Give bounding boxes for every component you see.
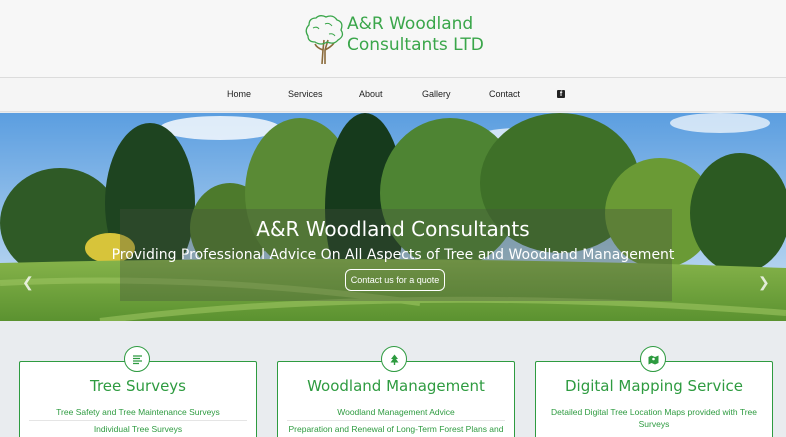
card-divider xyxy=(287,420,505,421)
tree-logo-icon xyxy=(305,15,344,65)
hero-subtitle: Providing Professional Advice On All Asp… xyxy=(111,247,675,263)
nav-item-services[interactable]: Services xyxy=(288,89,323,99)
contact-quote-button[interactable]: Contact us for a quote xyxy=(345,269,445,291)
site-header: A&R Woodland Consultants LTD xyxy=(0,0,786,78)
card-link-forest-plans[interactable]: Preparation and Renewal of Long-Term For… xyxy=(277,423,515,435)
main-nav: Home Services About Gallery Contact xyxy=(0,78,786,112)
brand-logo[interactable]: A&R Woodland Consultants LTD xyxy=(303,14,484,66)
nav-item-about[interactable]: About xyxy=(359,89,383,99)
nav-item-contact[interactable]: Contact xyxy=(489,89,520,99)
card-link-woodland-advice[interactable]: Woodland Management Advice xyxy=(277,406,515,418)
card-divider xyxy=(29,420,247,421)
map-icon xyxy=(640,346,666,372)
card-link-individual-surveys[interactable]: Individual Tree Surveys xyxy=(19,423,257,435)
card-link-tree-safety[interactable]: Tree Safety and Tree Maintenance Surveys xyxy=(19,406,257,418)
facebook-icon[interactable]: f xyxy=(557,90,565,98)
list-icon xyxy=(124,346,150,372)
carousel-next-icon[interactable]: ❯ xyxy=(758,274,770,291)
nav-item-home[interactable]: Home xyxy=(227,89,251,99)
brand-line-1: A&R Woodland xyxy=(347,14,474,34)
card-link-digital-maps[interactable]: Detailed Digital Tree Location Maps prov… xyxy=(545,406,763,430)
card-title-woodland-management: Woodland Management xyxy=(307,377,485,395)
card-title-tree-surveys: Tree Surveys xyxy=(89,377,186,395)
hero-title: A&R Woodland Consultants xyxy=(256,217,530,241)
card-title-digital-mapping: Digital Mapping Service xyxy=(565,377,743,395)
carousel-prev-icon[interactable]: ❮ xyxy=(22,274,34,291)
nav-item-gallery[interactable]: Gallery xyxy=(422,89,451,99)
tree-icon xyxy=(381,346,407,372)
brand-line-2: Consultants LTD xyxy=(347,35,484,55)
